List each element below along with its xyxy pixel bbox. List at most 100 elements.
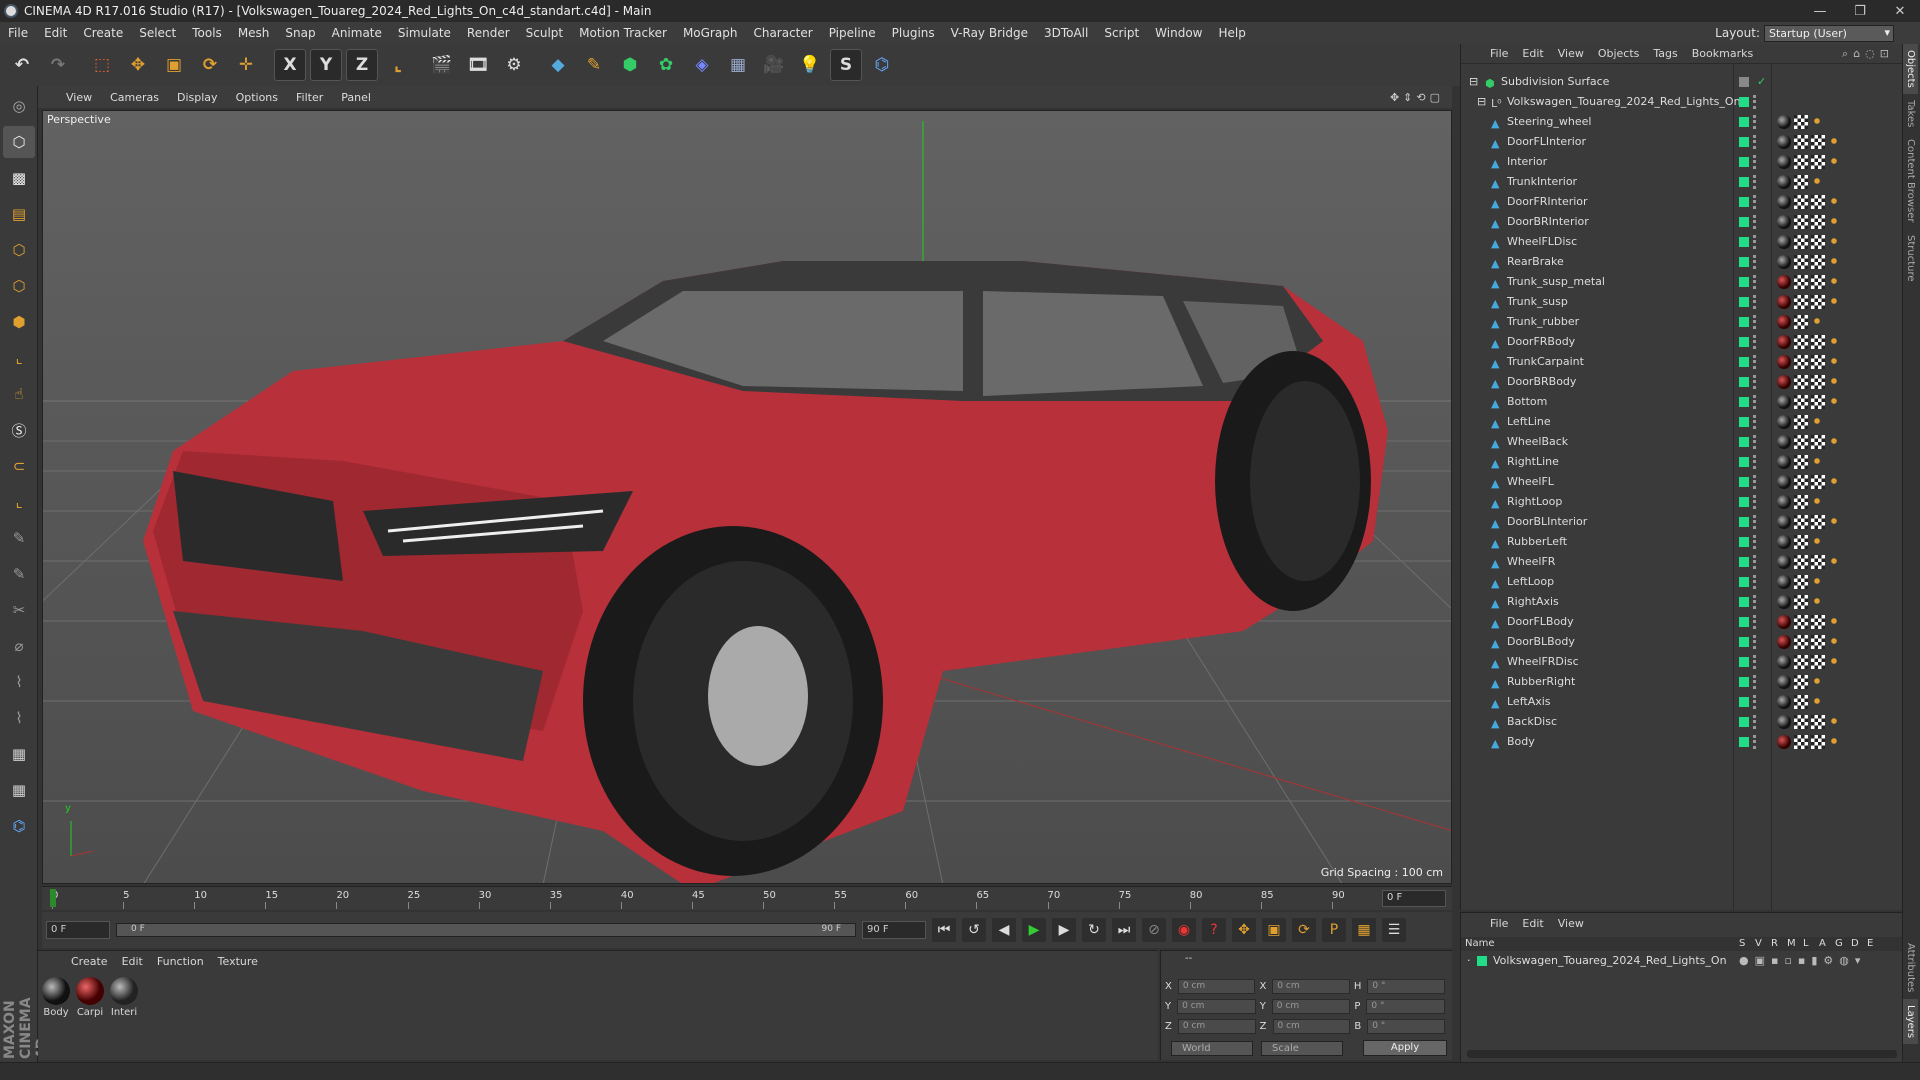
tree-row-object[interactable]: ▲ RubberLeft — [1461, 532, 1903, 552]
record-pla-icon[interactable]: ▦ — [1352, 918, 1376, 942]
uvw-tag-icon[interactable] — [1794, 495, 1808, 509]
material-tag-icon[interactable] — [1777, 235, 1791, 249]
y-axis-lock-icon[interactable]: Y — [310, 49, 342, 81]
layer-row[interactable]: · Volkswagen_Touareg_2024_Red_Lights_On … — [1461, 953, 1903, 969]
texture-tag-icon[interactable] — [1811, 655, 1825, 669]
phong-tag-icon[interactable] — [1811, 415, 1823, 427]
render-picture-viewer-icon[interactable]: 🎞 — [462, 49, 494, 81]
play-icon[interactable]: ▶ — [1022, 918, 1046, 942]
mat-menu-edit[interactable]: Edit — [115, 955, 150, 968]
uvw-tag-icon[interactable] — [1794, 655, 1808, 669]
tree-row-object[interactable]: ▲ LeftLoop — [1461, 572, 1903, 592]
uvw-tag-icon[interactable] — [1794, 135, 1808, 149]
tree-row-object[interactable]: ▲ TrunkInterior — [1461, 172, 1903, 192]
material-tag-icon[interactable] — [1777, 155, 1791, 169]
workplane-icon[interactable]: ▤ — [3, 198, 35, 230]
timeline-ruler[interactable]: 051015202530354045505560657075808590 0 F — [42, 886, 1452, 910]
edges-mode-icon[interactable]: ⬡ — [3, 270, 35, 302]
menu-plugins[interactable]: Plugins — [884, 26, 943, 40]
tree-row-object[interactable]: ▲ LeftLine — [1461, 412, 1903, 432]
start-frame-field[interactable]: 0 F — [46, 921, 110, 939]
layer-toggle-icons[interactable]: ●▣▪▫▪▮⚙◍▾ — [1739, 954, 1866, 967]
minimize-button[interactable]: — — [1800, 4, 1840, 19]
uvw-tag-icon[interactable] — [1794, 155, 1808, 169]
visibility-dots[interactable] — [1753, 655, 1757, 669]
phong-tag-icon[interactable] — [1828, 735, 1840, 747]
obj-menu-view[interactable]: View — [1551, 47, 1591, 60]
phong-tag-icon[interactable] — [1828, 135, 1840, 147]
tree-row-object[interactable]: ▲ WheelFL — [1461, 472, 1903, 492]
material-tag-icon[interactable] — [1777, 115, 1791, 129]
close-button[interactable]: ✕ — [1880, 4, 1920, 19]
uvw-tag-icon[interactable] — [1794, 515, 1808, 529]
menu-script[interactable]: Script — [1096, 26, 1147, 40]
grid-lock-icon[interactable]: ▦ — [3, 738, 35, 770]
rotate-icon[interactable]: ⟳ — [194, 49, 226, 81]
uvw-tag-icon[interactable] — [1794, 235, 1808, 249]
obj-menu-objects[interactable]: Objects — [1591, 47, 1647, 60]
phong-tag-icon[interactable] — [1811, 495, 1823, 507]
texture-tag-icon[interactable] — [1811, 255, 1825, 269]
phong-tag-icon[interactable] — [1811, 315, 1823, 327]
material-tag-icon[interactable] — [1777, 335, 1791, 349]
tree-row-object[interactable]: ▲ DoorBRInterior — [1461, 212, 1903, 232]
tree-row-group[interactable]: ⊟ L⁰ Volkswagen_Touareg_2024_Red_Lights_O… — [1461, 92, 1903, 112]
points-mode-icon[interactable]: ⬡ — [3, 234, 35, 266]
menu-pipeline[interactable]: Pipeline — [821, 26, 884, 40]
tree-row-object[interactable]: ▲ LeftAxis — [1461, 692, 1903, 712]
playhead[interactable] — [50, 889, 56, 907]
phong-tag-icon[interactable] — [1828, 255, 1840, 267]
z-axis-lock-icon[interactable]: Z — [346, 49, 378, 81]
texture-tag-icon[interactable] — [1811, 475, 1825, 489]
visibility-dots[interactable] — [1753, 715, 1757, 729]
phong-tag-icon[interactable] — [1828, 395, 1840, 407]
tree-row-object[interactable]: ▲ RightLine — [1461, 452, 1903, 472]
phong-tag-icon[interactable] — [1811, 535, 1823, 547]
material-swatch[interactable]: Body — [40, 977, 72, 1018]
make-editable-icon[interactable]: ◎ — [3, 90, 35, 122]
phong-tag-icon[interactable] — [1828, 655, 1840, 667]
uvw-tag-icon[interactable] — [1794, 295, 1808, 309]
phong-tag-icon[interactable] — [1811, 675, 1823, 687]
visibility-dots[interactable] — [1753, 295, 1757, 309]
tree-row-object[interactable]: ▲ DoorFRInterior — [1461, 192, 1903, 212]
record-keys-icon[interactable]: ⊘ — [1142, 918, 1166, 942]
material-tag-icon[interactable] — [1777, 555, 1791, 569]
tree-row-object[interactable]: ▲ DoorBLBody — [1461, 632, 1903, 652]
model-mode-icon[interactable]: ⬡ — [3, 126, 35, 158]
visibility-dots[interactable] — [1753, 515, 1757, 529]
visibility-dots[interactable] — [1753, 535, 1757, 549]
paint-icon[interactable]: ✎ — [3, 558, 35, 590]
snap-icon[interactable]: Ⓢ — [3, 414, 35, 446]
scale-icon[interactable]: ▣ — [158, 49, 190, 81]
search-icon[interactable]: ⌕⌂◌⊡ — [1842, 47, 1902, 61]
uvw-tag-icon[interactable] — [1794, 595, 1808, 609]
uvw-tag-icon[interactable] — [1794, 555, 1808, 569]
visibility-dots[interactable] — [1753, 155, 1757, 169]
uvw-tag-icon[interactable] — [1794, 675, 1808, 689]
visibility-dots[interactable] — [1753, 615, 1757, 629]
visibility-dots[interactable] — [1753, 475, 1757, 489]
uvw-tag-icon[interactable] — [1794, 175, 1808, 189]
phong-tag-icon[interactable] — [1811, 575, 1823, 587]
phong-tag-icon[interactable] — [1811, 695, 1823, 707]
tree-row-object[interactable]: ▲ WheelBack — [1461, 432, 1903, 452]
menu-tools[interactable]: Tools — [184, 26, 230, 40]
frame-range-slider[interactable]: 0 F 90 F — [116, 923, 856, 937]
texture-tag-icon[interactable] — [1811, 155, 1825, 169]
menu-select[interactable]: Select — [131, 26, 184, 40]
current-frame-field[interactable]: 0 F — [1382, 890, 1446, 907]
phong-tag-icon[interactable] — [1828, 235, 1840, 247]
tab-layers[interactable]: Layers — [1903, 998, 1918, 1044]
visibility-dots[interactable] — [1753, 355, 1757, 369]
loop-icon[interactable]: ⌀ — [3, 630, 35, 662]
uvw-tag-icon[interactable] — [1794, 395, 1808, 409]
rotation-b-field[interactable]: 0 ° — [1367, 1018, 1445, 1034]
camera-icon[interactable]: 🎥 — [758, 49, 790, 81]
tree-row-object[interactable]: ▲ Trunk_susp — [1461, 292, 1903, 312]
material-tag-icon[interactable] — [1777, 435, 1791, 449]
render-view-icon[interactable]: 🎬 — [426, 49, 458, 81]
texture-tag-icon[interactable] — [1811, 635, 1825, 649]
texture-mode-icon[interactable]: ▩ — [3, 162, 35, 194]
quantize-icon[interactable]: ▦ — [3, 774, 35, 806]
